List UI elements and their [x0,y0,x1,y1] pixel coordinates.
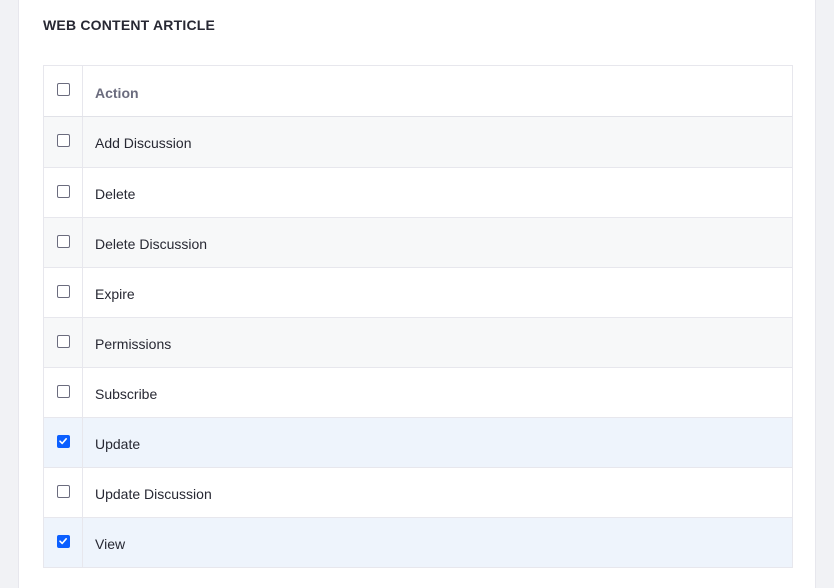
row-checkbox-cell [44,318,83,367]
action-label: Expire [95,285,135,302]
action-column-header: Action [95,84,139,101]
table-header-row: Action [44,66,792,117]
table-row: Delete [44,167,792,217]
table-row: Update [44,417,792,467]
action-label: Update Discussion [95,485,212,502]
row-checkbox[interactable] [57,235,70,248]
row-checkbox[interactable] [57,134,70,147]
table-row: Add Discussion [44,117,792,167]
row-checkbox[interactable] [57,285,70,298]
row-checkbox[interactable] [57,535,70,548]
header-checkbox-cell [44,66,83,116]
table-row: Permissions [44,317,792,367]
action-label: Update [95,435,141,452]
action-label: Delete Discussion [95,235,208,252]
section-title: WEB CONTENT ARTICLE [43,17,216,33]
action-label: View [95,535,126,552]
row-checkbox-cell [44,418,83,467]
action-label: Delete [95,185,136,202]
action-label: Add Discussion [95,135,192,151]
table-row: Subscribe [44,367,792,417]
row-checkbox-cell [44,218,83,267]
row-checkbox[interactable] [57,485,70,498]
row-checkbox[interactable] [57,185,70,198]
row-checkbox-cell [44,368,83,417]
action-label: Permissions [95,335,172,352]
row-checkbox-cell [44,468,83,517]
row-checkbox-cell [44,117,83,167]
table-row: Delete Discussion [44,217,792,267]
row-checkbox[interactable] [57,335,70,348]
table-row: Update Discussion [44,467,792,517]
table-row: View [44,517,792,567]
checkmark-icon [59,537,67,545]
permissions-table: Action Add Discussion Delete Delete Disc… [43,65,793,568]
table-row: Expire [44,267,792,317]
select-all-checkbox[interactable] [57,83,70,96]
row-checkbox[interactable] [57,435,70,448]
row-checkbox-cell [44,518,83,567]
row-checkbox[interactable] [57,385,70,398]
checkmark-icon [59,437,67,445]
action-label: Subscribe [95,385,158,402]
web-content-article-panel: WEB CONTENT ARTICLE Action Add Discussio… [18,0,816,588]
row-checkbox-cell [44,168,83,217]
row-checkbox-cell [44,268,83,317]
